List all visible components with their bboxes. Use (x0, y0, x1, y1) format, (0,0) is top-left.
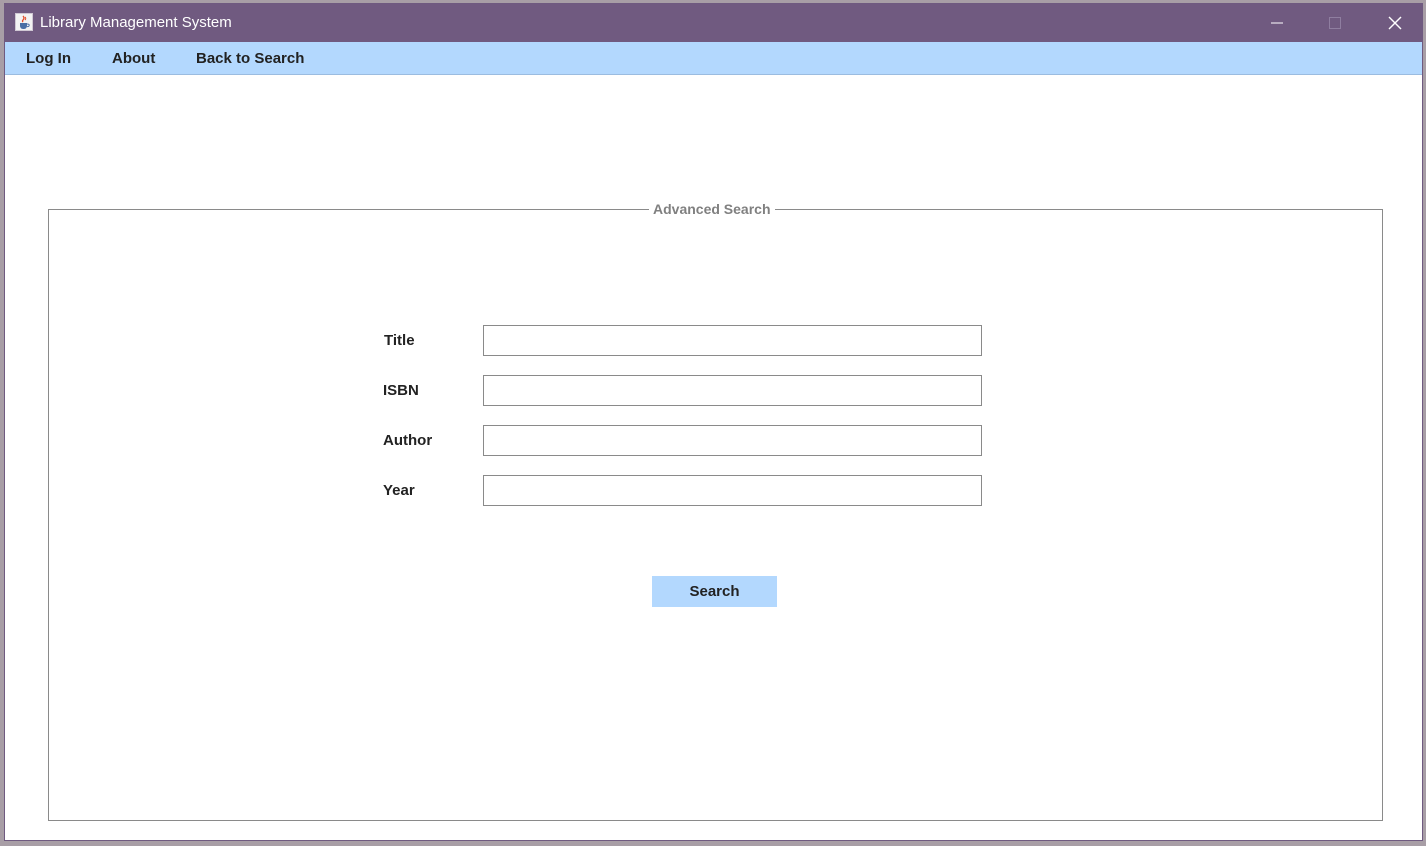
isbn-input[interactable] (483, 375, 982, 406)
search-button[interactable]: Search (652, 576, 777, 607)
advanced-search-panel: Advanced Search Title ISBN Author Year S… (48, 201, 1383, 821)
title-label: Title (384, 332, 415, 349)
title-input[interactable] (483, 325, 982, 356)
menu-bar: Log In About Back to Search (5, 42, 1422, 75)
title-bar[interactable]: Library Management System (5, 4, 1422, 42)
author-input[interactable] (483, 425, 982, 456)
maximize-button[interactable] (1306, 4, 1364, 42)
minimize-button[interactable] (1248, 4, 1306, 42)
panel-legend: Advanced Search (649, 201, 775, 217)
author-label: Author (383, 432, 433, 449)
close-icon (1388, 16, 1402, 30)
app-window: Library Management System Log In About B… (4, 3, 1423, 841)
menu-item-about[interactable]: About (112, 50, 155, 67)
java-cup-icon (15, 13, 33, 31)
year-label: Year (383, 482, 415, 499)
minimize-icon (1271, 22, 1283, 24)
isbn-label: ISBN (383, 382, 419, 399)
menu-item-back-to-search[interactable]: Back to Search (196, 50, 304, 67)
year-input[interactable] (483, 475, 982, 506)
window-title: Library Management System (40, 14, 232, 31)
menu-item-login[interactable]: Log In (26, 50, 71, 67)
close-button[interactable] (1366, 4, 1424, 42)
maximize-icon (1329, 17, 1341, 29)
